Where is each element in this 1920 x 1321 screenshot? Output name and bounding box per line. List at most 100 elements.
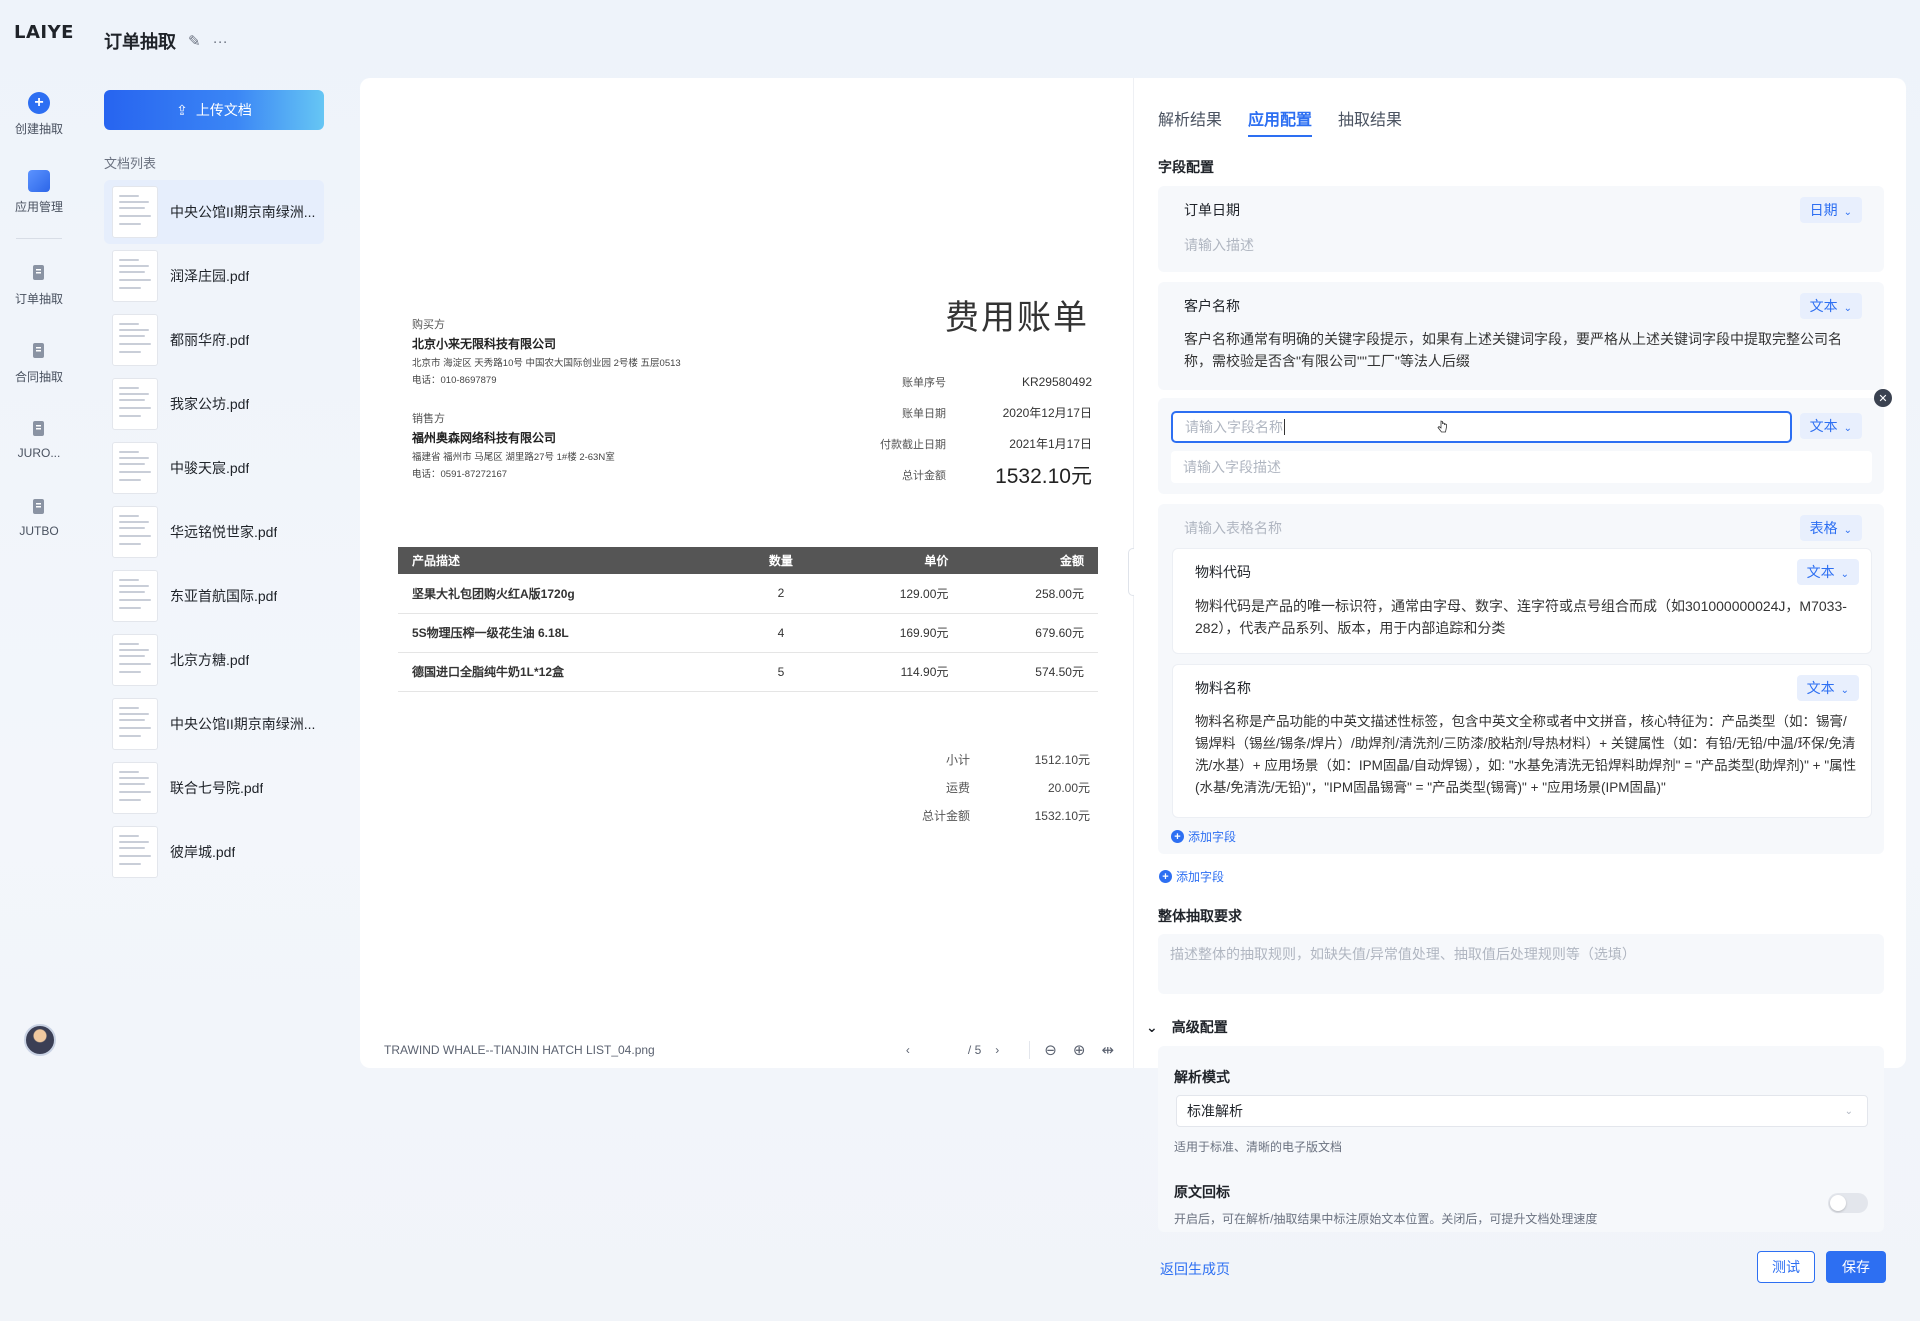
- field-type-select[interactable]: 文本 ⌄: [1796, 559, 1859, 585]
- doc-list-item[interactable]: 华远铭悦世家.pdf: [104, 500, 324, 564]
- doc-icon: [28, 496, 50, 518]
- tab-app-config[interactable]: 应用配置: [1248, 106, 1313, 137]
- field-type-select[interactable]: 文本 ⌄: [1799, 293, 1862, 319]
- doc-name: 联合七号院.pdf: [170, 780, 264, 796]
- summary-row: 运费 20.00元: [850, 773, 1090, 801]
- requirement-textarea[interactable]: 描述整体的抽取规则，如缺失值/异常值处理、抽取值后处理规则等（选填）: [1158, 934, 1884, 994]
- doc-name: 东亚首航国际.pdf: [170, 588, 278, 604]
- table-cell: 114.90元: [826, 652, 963, 692]
- field-type-select[interactable]: 表格 ⌄: [1799, 515, 1862, 541]
- seller-company: 福州奥森网络科技有限公司: [412, 431, 557, 445]
- upload-button[interactable]: ⇪ 上传文档: [104, 90, 324, 130]
- subfield-desc-input[interactable]: 物料名称是产品功能的中英文描述性标签，包含中英文全称或者中文拼音，核心特征为：产…: [1195, 711, 1857, 799]
- field-type-label: 文本: [1806, 564, 1835, 580]
- doc-list-item[interactable]: 中骏天宸.pdf: [104, 436, 324, 500]
- fit-width-icon[interactable]: ⇹: [1101, 1041, 1114, 1059]
- table-cell: 4: [734, 613, 827, 653]
- doc-name: 中骏天宸.pdf: [170, 460, 250, 476]
- parse-mode-select[interactable]: 标准解析 ⌄: [1176, 1095, 1868, 1127]
- column-header: 数量: [734, 547, 827, 574]
- add-field-button[interactable]: + 添加字段: [1159, 868, 1224, 885]
- rail-item-jutbo[interactable]: JUTBO: [0, 496, 78, 538]
- more-icon[interactable]: ···: [213, 33, 228, 50]
- field-name-input[interactable]: 请输入字段名称: [1171, 411, 1792, 443]
- chevron-down-icon: ⌄: [1146, 1018, 1158, 1035]
- rail-divider: [16, 238, 62, 239]
- doc-list-item[interactable]: 东亚首航国际.pdf: [104, 564, 324, 628]
- seller-label: 销售方: [412, 413, 445, 425]
- field-type-select[interactable]: 日期 ⌄: [1799, 197, 1862, 223]
- table-name-input[interactable]: 请输入表格名称: [1184, 518, 1282, 538]
- rail-item-label: JURO...: [17, 446, 61, 460]
- next-page-icon[interactable]: ›: [995, 1043, 999, 1057]
- rail-item-order-extract[interactable]: 订单抽取: [0, 262, 78, 307]
- field-desc-input[interactable]: 请输入字段描述: [1171, 451, 1872, 483]
- summary-key: 运费: [945, 780, 970, 795]
- doc-list: 中央公馆II期京南绿洲... 润泽庄园.pdf 都丽华府.pdf 我家公坊.pd…: [104, 180, 324, 884]
- table-cell: 169.90元: [826, 613, 963, 653]
- edit-icon[interactable]: ✎: [188, 32, 201, 50]
- tab-extract-result[interactable]: 抽取结果: [1338, 106, 1402, 137]
- field-desc-input[interactable]: 客户名称通常有明确的关键字段提示，如果有上述关键词字段，要严格从上述关键词字段中…: [1184, 328, 1848, 372]
- doc-icon: [28, 340, 50, 362]
- doc-list-item[interactable]: 都丽华府.pdf: [104, 308, 324, 372]
- table-cell: 5: [734, 652, 827, 692]
- doc-thumbnail: [112, 570, 158, 622]
- subfield-name[interactable]: 物料代码: [1195, 562, 1251, 582]
- doc-list-item[interactable]: 彼岸城.pdf: [104, 820, 324, 884]
- rail-item-label: 创建抽取: [14, 122, 63, 136]
- parse-mode-label: 解析模式: [1174, 1069, 1230, 1085]
- doc-list-item[interactable]: 我家公坊.pdf: [104, 372, 324, 436]
- field-name[interactable]: 客户名称: [1184, 296, 1240, 316]
- rail-item-label: JUTBO: [19, 524, 59, 538]
- zoom-in-icon[interactable]: ⊕: [1073, 1041, 1086, 1059]
- source-mark-toggle[interactable]: [1828, 1193, 1868, 1213]
- summary-key: 小计: [945, 752, 970, 767]
- buyer-address: 北京市 海淀区 天秀路10号 中国农大国际创业园 2号楼 五层0513: [412, 358, 681, 369]
- rail-item-juro[interactable]: JURO...: [0, 418, 78, 460]
- doc-list-item[interactable]: 中央公馆II期京南绿洲...: [104, 692, 324, 756]
- test-button[interactable]: 测试: [1757, 1251, 1815, 1283]
- doc-thumbnail: [112, 698, 158, 750]
- advanced-toggle[interactable]: ⌄ 高级配置: [1146, 1017, 1228, 1037]
- doc-thumbnail: [112, 762, 158, 814]
- left-rail: LAIYE + 创建抽取 应用管理 订单抽取 合同抽取 JURO... JUTB…: [0, 0, 78, 1321]
- meta-key: 付款截止日期: [880, 438, 946, 451]
- back-to-generate-link[interactable]: 返回生成页: [1160, 1259, 1230, 1279]
- doc-icon: [28, 262, 50, 284]
- tab-parse-result[interactable]: 解析结果: [1158, 106, 1222, 137]
- column-header: 单价: [826, 547, 963, 574]
- close-icon[interactable]: ✕: [1874, 389, 1892, 407]
- invoice-summary: 小计 1512.10元 运费 20.00元 总计金额 1532.10元: [850, 745, 1090, 829]
- field-name[interactable]: 订单日期: [1184, 200, 1240, 220]
- save-button[interactable]: 保存: [1826, 1251, 1886, 1283]
- add-subfield-button[interactable]: + 添加字段: [1171, 828, 1236, 845]
- table-cell: 258.00元: [962, 574, 1098, 614]
- field-desc-input[interactable]: 请输入描述: [1184, 234, 1848, 256]
- chevron-down-icon: ⌄: [1843, 423, 1852, 434]
- table-cell: 679.60元: [962, 613, 1098, 653]
- field-type-select[interactable]: 文本 ⌄: [1799, 413, 1862, 439]
- field-card-order-date: 订单日期 日期 ⌄ 请输入描述: [1158, 186, 1884, 272]
- column-header: 金额: [962, 547, 1098, 574]
- meta-row: 付款截止日期 2021年1月17日: [860, 428, 1092, 459]
- doc-list-item[interactable]: 联合七号院.pdf: [104, 756, 324, 820]
- avatar[interactable]: [24, 1024, 56, 1056]
- doc-list-item[interactable]: 润泽庄园.pdf: [104, 244, 324, 308]
- viewer-footer: TRAWIND WHALE--TIANJIN HATCH LIST_04.png…: [384, 1040, 1114, 1060]
- field-card-customer-name: 客户名称 文本 ⌄ 客户名称通常有明确的关键字段提示，如果有上述关键词字段，要严格…: [1158, 282, 1884, 390]
- doc-list-item[interactable]: 北京方糖.pdf: [104, 628, 324, 692]
- field-type-select[interactable]: 文本 ⌄: [1796, 675, 1859, 701]
- zoom-out-icon[interactable]: ⊖: [1044, 1041, 1057, 1059]
- prev-page-icon[interactable]: ‹: [906, 1043, 910, 1057]
- table-header-row: 产品描述 数量 单价 金额: [398, 547, 1098, 574]
- doc-thumbnail: [112, 442, 158, 494]
- subfield-name[interactable]: 物料名称: [1195, 678, 1251, 698]
- meta-row: 账单日期 2020年12月17日: [860, 397, 1092, 428]
- rail-item-app-manage[interactable]: 应用管理: [0, 170, 78, 215]
- rail-item-create[interactable]: + 创建抽取: [0, 92, 78, 137]
- rail-item-contract-extract[interactable]: 合同抽取: [0, 340, 78, 385]
- doc-list-item[interactable]: 中央公馆II期京南绿洲...: [104, 180, 324, 244]
- meta-value: 2020年12月17日: [1002, 406, 1092, 420]
- subfield-desc-input[interactable]: 物料代码是产品的唯一标识符，通常由字母、数字、连字符或点号组合而成（如30100…: [1195, 595, 1847, 639]
